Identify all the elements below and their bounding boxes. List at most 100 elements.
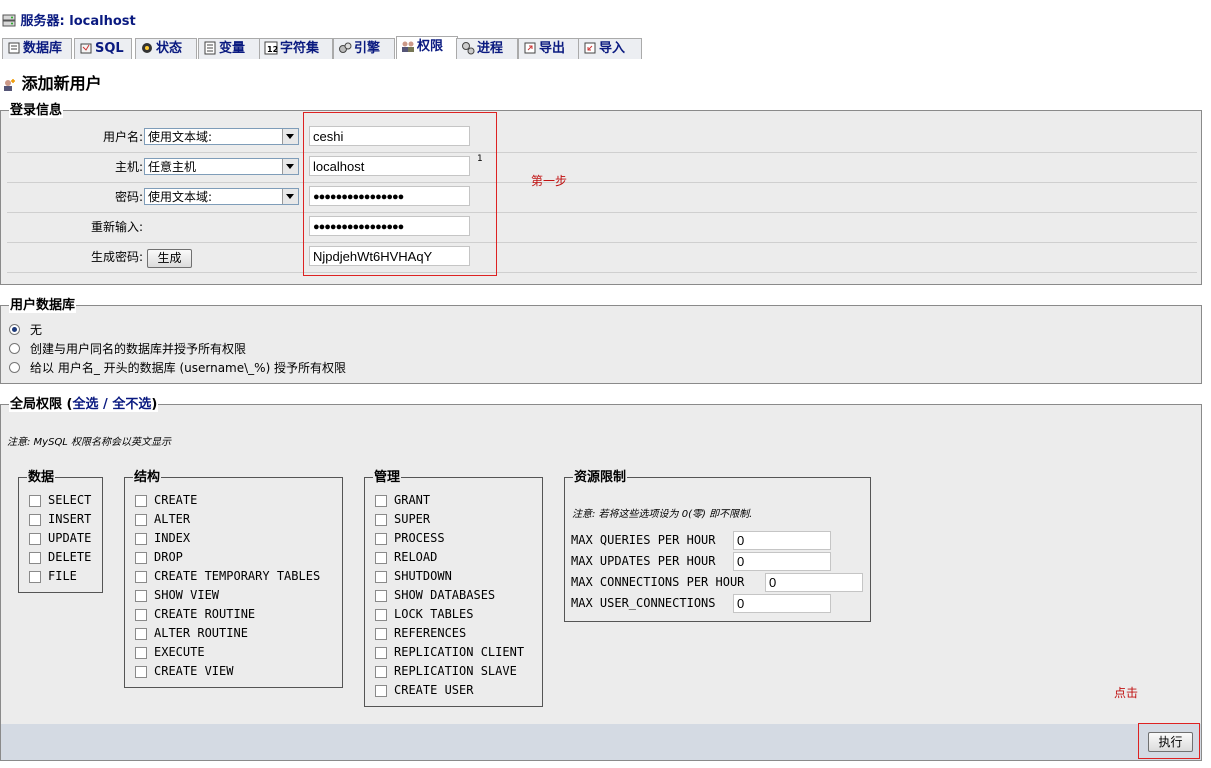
chevron-down-icon[interactable] <box>282 189 298 204</box>
user-database-fieldset: 用户数据库 无 创建与用户同名的数据库并授予所有权限 给以 用户名_ 开头的数据… <box>0 298 1202 384</box>
username-row: 用户名: 使用文本域: ceshi <box>7 122 1197 153</box>
server-icon <box>2 14 16 27</box>
data-group-legend: 数据 <box>27 470 56 485</box>
form-footer-bar <box>0 724 1202 761</box>
priv-grant-label: GRANT <box>394 493 431 507</box>
tab-sql[interactable]: SQL <box>74 38 132 59</box>
checkbox-references[interactable] <box>375 628 387 640</box>
priv-create-temporary-tables-label: CREATE TEMPORARY TABLES <box>154 569 321 583</box>
max-connections-input[interactable]: 0 <box>765 573 863 592</box>
checkbox-index[interactable] <box>135 533 147 545</box>
checkbox-create-user[interactable] <box>375 685 387 697</box>
username-mode-select[interactable]: 使用文本域: <box>144 128 299 145</box>
global-privileges-legend: 全局权限 (全选 / 全不选) <box>9 397 159 412</box>
checkbox-show-view[interactable] <box>135 590 147 602</box>
resource-limits-note: 注意: 若将这些选项设为 0(零) 即不限制. <box>572 509 753 520</box>
tab-processes[interactable]: 进程 <box>456 38 518 59</box>
mysql-names-note: 注意: MySQL 权限名称会以英文显示 <box>7 437 172 448</box>
add-user-icon <box>4 79 15 91</box>
radio-wildcard-db[interactable] <box>9 362 20 373</box>
priv-file-label: FILE <box>48 569 77 583</box>
priv-references-label: REFERENCES <box>394 626 467 640</box>
status-icon <box>142 43 152 53</box>
checkbox-grant[interactable] <box>375 495 387 507</box>
priv-lock-tables-label: LOCK TABLES <box>394 607 474 621</box>
checkbox-replication-client[interactable] <box>375 647 387 659</box>
global-privileges-fieldset: 全局权限 (全选 / 全不选) 注意: MySQL 权限名称会以英文显示 数据 … <box>0 397 1202 726</box>
checkbox-file[interactable] <box>29 571 41 583</box>
radio-create-same-db[interactable] <box>9 343 20 354</box>
priv-insert-label: INSERT <box>48 512 92 526</box>
max-updates-input[interactable]: 0 <box>733 552 831 571</box>
radio-create-same-db-label: 创建与用户同名的数据库并授予所有权限 <box>30 342 247 356</box>
checkbox-process[interactable] <box>375 533 387 545</box>
select-none-link[interactable]: 全不选 <box>112 397 151 412</box>
tab-import[interactable]: 导入 <box>578 38 642 59</box>
username-label: 用户名: <box>102 130 143 144</box>
resource-limits-legend: 资源限制 <box>573 470 628 485</box>
tab-privileges[interactable]: 权限 <box>396 36 458 59</box>
tab-export[interactable]: 导出 <box>518 38 580 59</box>
privileges-icon <box>402 41 414 52</box>
checkbox-create-routine[interactable] <box>135 609 147 621</box>
annotation-click: 点击 <box>1114 686 1139 700</box>
checkbox-delete[interactable] <box>29 552 41 564</box>
max-user-connections-input[interactable]: 0 <box>733 594 831 613</box>
checkbox-insert[interactable] <box>29 514 41 526</box>
radio-none-label: 无 <box>30 323 43 337</box>
tab-charsets[interactable]: 12 字符集 <box>259 38 333 59</box>
priv-execute-label: EXECUTE <box>154 645 205 659</box>
checkbox-create-view[interactable] <box>135 666 147 678</box>
host-label: 主机: <box>114 160 143 174</box>
priv-show-databases-label: SHOW DATABASES <box>394 588 496 602</box>
engine-icon <box>339 42 352 53</box>
checkbox-alter-routine[interactable] <box>135 628 147 640</box>
tab-engines[interactable]: 引擎 <box>333 38 395 59</box>
checkbox-alter[interactable] <box>135 514 147 526</box>
priv-process-label: PROCESS <box>394 531 445 545</box>
max-user-connections-label: MAX USER_CONNECTIONS <box>571 596 716 610</box>
checkbox-super[interactable] <box>375 514 387 526</box>
chevron-down-icon[interactable] <box>282 129 298 144</box>
priv-select-label: SELECT <box>48 493 92 507</box>
annotation-step1: 第一步 <box>531 174 568 188</box>
retype-label: 重新输入: <box>90 220 143 234</box>
checkbox-replication-slave[interactable] <box>375 666 387 678</box>
checkbox-select[interactable] <box>29 495 41 507</box>
tab-databases[interactable]: 数据库 <box>2 38 72 59</box>
process-icon <box>462 42 475 55</box>
server-breadcrumb[interactable]: 服务器: localhost <box>2 10 136 29</box>
tab-variables[interactable]: 变量 <box>198 38 260 59</box>
import-icon <box>584 42 596 54</box>
admin-group-legend: 管理 <box>373 470 402 485</box>
checkbox-reload[interactable] <box>375 552 387 564</box>
chevron-down-icon[interactable] <box>282 159 298 174</box>
checkbox-show-databases[interactable] <box>375 590 387 602</box>
max-connections-label: MAX CONNECTIONS PER HOUR <box>571 575 745 589</box>
checkbox-lock-tables[interactable] <box>375 609 387 621</box>
checkbox-execute[interactable] <box>135 647 147 659</box>
generate-password-button[interactable]: 生成 <box>147 249 192 268</box>
radio-none[interactable] <box>9 324 20 335</box>
checkbox-create[interactable] <box>135 495 147 507</box>
login-info-legend: 登录信息 <box>9 103 64 118</box>
select-all-link[interactable]: 全选 <box>73 397 99 412</box>
checkbox-update[interactable] <box>29 533 41 545</box>
sql-icon <box>80 43 92 54</box>
checkbox-create-temporary-tables[interactable] <box>135 571 147 583</box>
password-mode-select[interactable]: 使用文本域: <box>144 188 299 205</box>
database-icon <box>8 42 20 54</box>
tab-status[interactable]: 状态 <box>135 38 197 59</box>
go-button[interactable]: 执行 <box>1148 732 1193 752</box>
generate-label: 生成密码: <box>90 250 143 264</box>
server-name[interactable]: localhost <box>69 14 135 29</box>
admin-privileges-group: 管理 GRANT SUPER PROCESS RELOAD SHUTDOWN S… <box>364 470 543 707</box>
host-mode-select[interactable]: 任意主机 <box>144 158 299 175</box>
priv-super-label: SUPER <box>394 512 431 526</box>
priv-create-view-label: CREATE VIEW <box>154 664 234 678</box>
page-title: 添加新用户 <box>2 70 102 94</box>
max-queries-input[interactable]: 0 <box>733 531 831 550</box>
annotation-box-step1 <box>303 112 497 276</box>
checkbox-shutdown[interactable] <box>375 571 387 583</box>
checkbox-drop[interactable] <box>135 552 147 564</box>
